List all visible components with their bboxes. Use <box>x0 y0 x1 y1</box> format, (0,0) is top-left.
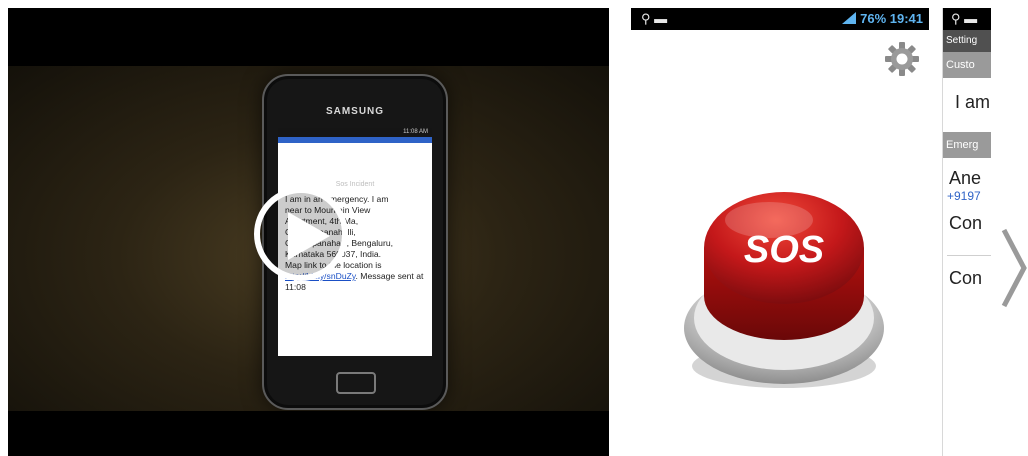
video-thumbnail[interactable]: SAMSUNG 11:08 AM Sos Incident I am in an… <box>8 8 609 456</box>
sos-button[interactable]: SOS <box>681 178 887 390</box>
app-screenshot-settings[interactable]: ⚲ ▬ Setting Custo I am Emerg Ane +9197 C… <box>942 8 991 456</box>
play-circle-icon[interactable] <box>254 187 348 281</box>
section-header-custom: Custo <box>943 52 991 78</box>
contact-row[interactable]: Con <box>943 256 991 289</box>
status-bar: ⚲ ▬ <box>943 8 991 30</box>
contact-row[interactable]: Con <box>943 203 991 255</box>
app-screenshot-sos[interactable]: ⚲ ▬ 76% 19:41 SOS <box>631 8 929 456</box>
contact-phone: +9197 <box>947 189 981 203</box>
phone-home-button <box>336 372 376 394</box>
settings-appbar-title: Setting <box>943 30 991 52</box>
phone-title-bar <box>278 137 432 143</box>
signal-icon <box>842 12 857 24</box>
status-icons-left: ⚲ ▬ <box>641 11 668 26</box>
section-header-emergency: Emerg <box>943 132 991 158</box>
sos-button-graphic: SOS <box>684 192 884 388</box>
contact-name-row[interactable]: Ane <box>943 158 991 189</box>
sos-label: SOS <box>744 229 824 271</box>
phone-status-bar: 11:08 AM <box>278 128 432 137</box>
status-bar: ⚲ ▬ 76% 19:41 <box>631 8 929 30</box>
play-triangle-icon <box>288 212 330 260</box>
battery-time-text: 76% 19:41 <box>860 11 923 26</box>
chevron-right-icon[interactable] <box>1000 226 1028 310</box>
status-battery-time: 76% 19:41 <box>842 11 923 26</box>
phone-brand: SAMSUNG <box>325 106 385 117</box>
gear-icon[interactable] <box>885 42 919 81</box>
custom-message-row[interactable]: I am <box>943 78 991 132</box>
